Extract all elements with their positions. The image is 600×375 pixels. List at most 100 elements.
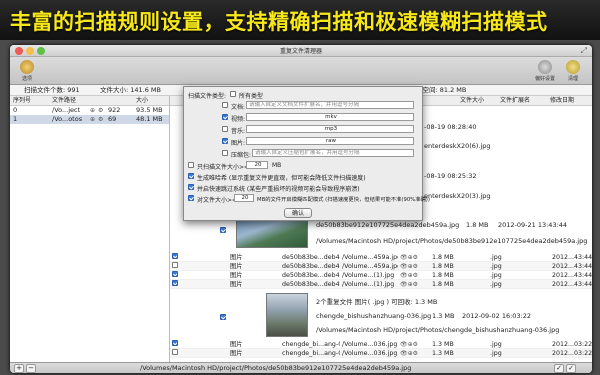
doc-checkbox[interactable] <box>222 102 228 108</box>
search-icon[interactable]: ⊕ <box>90 115 95 124</box>
check-all-button[interactable]: ✓ <box>554 364 564 373</box>
video-checkbox[interactable] <box>222 114 228 120</box>
date-text: -08-19 08:25:32 <box>424 172 477 180</box>
doc-ext-input[interactable]: 请输入自定义文档文件扩展名，并用逗号分隔 <box>246 101 414 109</box>
gear-icon[interactable]: ⚙ <box>98 115 103 124</box>
folder-row[interactable]: 1 /Vo...otos ⊕ ⚙ 69 48.1 MB <box>10 115 169 124</box>
skip-system-checkbox[interactable] <box>188 184 194 190</box>
all-types-label: 所有类型 <box>239 93 264 100</box>
clean-button[interactable]: 清理 <box>560 60 586 82</box>
music-checkbox[interactable] <box>222 126 228 132</box>
file-row[interactable]: 图片 de50b83be...deb459a (1).jpg /Volume..… <box>170 271 592 280</box>
window-title: 重复文件清理器 <box>279 48 322 55</box>
file-checkbox[interactable] <box>172 262 178 268</box>
file-checkbox[interactable] <box>172 253 178 259</box>
uncheck-all-button[interactable]: ✓ <box>566 364 576 373</box>
options-label: 选项 <box>21 76 32 82</box>
only-scan-input[interactable]: 20 <box>246 161 268 169</box>
preview-icon[interactable]: 👁⊕⚙ <box>400 271 418 280</box>
add-button[interactable]: + <box>14 364 24 373</box>
image-thumbnail[interactable] <box>266 293 308 337</box>
folder-list-header: 序列号 文件路径 大小 <box>10 96 169 106</box>
hash-checkbox[interactable] <box>188 173 194 179</box>
group-checkbox[interactable] <box>220 227 226 233</box>
group-size: 1.8 MB <box>466 221 489 229</box>
title-bar: 重复文件清理器 ⤢ <box>10 45 592 57</box>
remove-button[interactable]: − <box>26 364 36 373</box>
preview-icon[interactable]: 👁⊕⚙ <box>400 349 418 358</box>
gear-icon <box>20 60 34 74</box>
col-file-size[interactable]: 文件大小 <box>460 96 484 106</box>
group-filename: chengde_bishushanzhuang-036.jpg <box>316 312 432 320</box>
col-path[interactable]: 文件路径 <box>52 96 76 106</box>
archive-checkbox[interactable] <box>222 150 228 156</box>
music-label: 音乐: <box>231 128 246 135</box>
toolbar: 选项 偏好设置 清理 <box>10 57 592 85</box>
preview-icon[interactable]: 👁⊕⚙ <box>400 262 418 271</box>
clean-label: 清理 <box>567 76 578 82</box>
fuzzy-size-input[interactable]: 20 <box>234 194 254 202</box>
promo-banner: 丰富的扫描规则设置，支持精确扫描和极速模糊扫描模式 <box>0 0 600 40</box>
image-label: 图片: <box>231 140 246 147</box>
status-path: /Volumes/Macintosh HD/project/Photos/de5… <box>140 364 412 372</box>
file-checkbox[interactable] <box>172 349 178 355</box>
image-checkbox[interactable] <box>222 138 228 144</box>
file-row[interactable]: 图片 de50b83be...deb459a.jpg /Volume...459… <box>170 262 592 271</box>
file-row[interactable]: 图片 chengde_bi...ang-036.jpg /Volume...03… <box>170 340 592 349</box>
preferences-label: 偏好设置 <box>534 76 555 82</box>
preferences-icon <box>538 60 552 74</box>
fuzzy-checkbox[interactable] <box>188 195 194 201</box>
col-index[interactable]: 序列号 <box>13 96 31 106</box>
fuzzy-desc: MB的文件开启模糊匹配模式 (扫描速度更快，但结果可能不准(90%准确)) <box>257 197 430 203</box>
file-row[interactable]: 图片 chengde_bi...ang-036.jpg /Volume...03… <box>170 349 592 358</box>
group-date: 2012-09-21 13:43:44 <box>498 221 568 229</box>
image-thumbnail[interactable] <box>236 218 308 248</box>
group-summary: 2个重复文件 图片( .jpg ) 可回收: 1.3 MB <box>316 298 438 306</box>
folder-row[interactable]: 0 /Vo...ject ⊕ ⚙ 922 93.5 MB <box>10 106 169 115</box>
video-label: 视频: <box>231 116 246 123</box>
archive-label: 压缩包: <box>231 152 252 159</box>
date-text: -08-19 08:28:40 <box>424 123 477 131</box>
scanned-count: 扫描文件个数: 991 <box>24 86 80 94</box>
group-filename: de50b83be912e107725e4dea2deb459a.jpg <box>316 221 460 229</box>
group-path: /Volumes/Macintosh HD/project/Photos/che… <box>316 326 560 334</box>
file-type-label: 扫描文件类型: <box>188 93 227 100</box>
file-row[interactable]: 图片 de50b83be...deb459a (1).jpg /Volume..… <box>170 280 592 289</box>
video-ext-input[interactable]: mkv <box>246 113 414 121</box>
all-types-checkbox[interactable] <box>230 91 236 97</box>
doc-label: 文档: <box>231 104 246 111</box>
file-checkbox[interactable] <box>172 280 178 286</box>
broom-icon <box>566 60 580 74</box>
preview-icon[interactable]: 👁⊕⚙ <box>400 280 418 289</box>
group-size: 1.3 MB <box>432 312 455 320</box>
folder-list: 序列号 文件路径 大小 0 /Vo...ject ⊕ ⚙ 922 93.5 MB… <box>10 96 170 362</box>
file-checkbox[interactable] <box>172 340 178 346</box>
fuzzy-label: 对文件大小>= <box>197 197 238 204</box>
preferences-button[interactable]: 偏好设置 <box>532 60 558 82</box>
group-checkbox[interactable] <box>220 314 226 320</box>
options-button[interactable]: 选项 <box>14 60 40 82</box>
scan-settings-dialog: 扫描文件类型: 所有类型 文档: 请输入自定义文档文件扩展名，并用逗号分隔 视频… <box>183 86 430 221</box>
only-scan-unit: MB <box>272 162 282 169</box>
archive-ext-input[interactable]: 请输入自定义压缩包扩展名，并用逗号分隔 <box>252 149 414 157</box>
gear-icon[interactable]: ⚙ <box>98 106 103 115</box>
ok-button[interactable]: 确认 <box>284 208 312 218</box>
banner-text: 丰富的扫描规则设置，支持精确扫描和极速模糊扫描模式 <box>10 10 548 34</box>
preview-icon[interactable]: 👁⊕⚙ <box>400 340 418 349</box>
file-checkbox[interactable] <box>172 271 178 277</box>
col-modified[interactable]: 修改日期 <box>550 96 574 106</box>
search-icon[interactable]: ⊕ <box>90 106 95 115</box>
col-size[interactable]: 大小 <box>136 96 148 106</box>
skip-system-label: 并启快速跳过系统 (某些严重损坏的视频可能会导致程序崩溃) <box>197 186 360 193</box>
only-scan-checkbox[interactable] <box>188 162 194 168</box>
group-date: 2012-09-02 16:03:22 <box>462 312 532 320</box>
fullscreen-icon[interactable]: ⤢ <box>581 46 587 56</box>
preview-icon[interactable]: 👁⊕⚙ <box>400 253 418 262</box>
col-extension[interactable]: 文件扩展名 <box>500 96 530 106</box>
file-row[interactable]: 图片 de50b83be...deb459a.jpg /Volume...459… <box>170 253 592 262</box>
hash-label: 生成唯哈希 (显示重复文件更直观，但可能会降低文件扫描速度) <box>197 175 366 182</box>
total-size: 文件大小: 141.6 MB <box>100 86 161 94</box>
group-path: /Volumes/Macintosh HD/project/Photos/de5… <box>316 237 588 245</box>
music-ext-input[interactable]: mp3 <box>246 125 414 133</box>
image-ext-input[interactable]: raw <box>246 137 414 145</box>
